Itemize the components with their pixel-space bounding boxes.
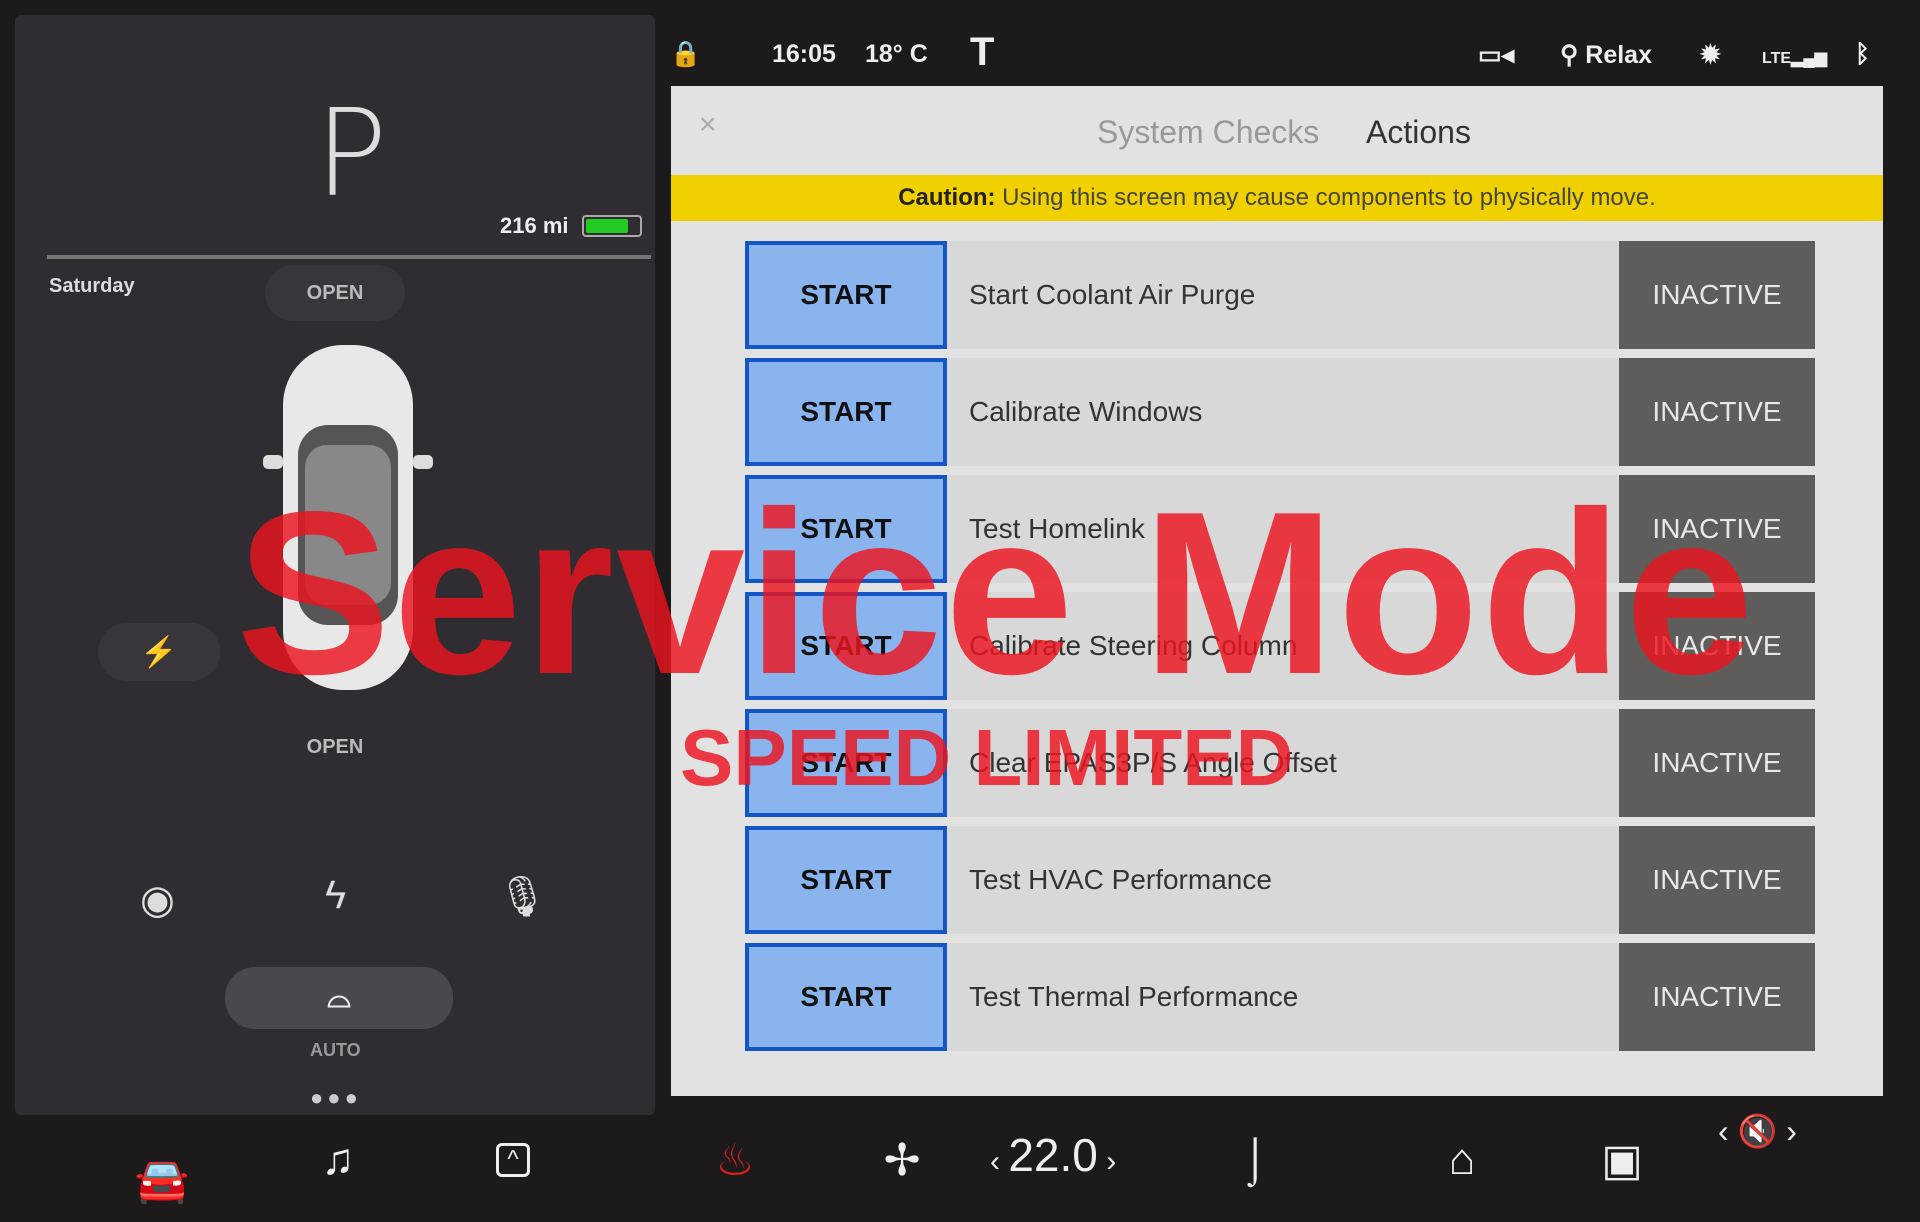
tab-system-checks[interactable]: System Checks bbox=[1097, 114, 1319, 151]
status-badge: INACTIVE bbox=[1619, 241, 1815, 349]
tesla-logo-icon[interactable]: T bbox=[970, 30, 994, 75]
caution-text: Using this screen may cause components t… bbox=[995, 184, 1656, 211]
gear-settings-icon[interactable]: ✹ bbox=[1700, 40, 1721, 70]
gear-indicator: P bbox=[315, 85, 388, 224]
volume-up-chevron-icon[interactable]: › bbox=[1777, 1113, 1797, 1149]
app-launcher-icon[interactable]: ^ bbox=[483, 1130, 543, 1190]
action-row: START Test HVAC Performance INACTIVE bbox=[745, 826, 1815, 934]
status-bar: 🔒 16:05 18° C T ▭◂ ⚲ Relax ✹ LTE▂▄▆ ᛒ bbox=[660, 30, 1920, 85]
start-button[interactable]: START bbox=[745, 826, 947, 934]
clock: 16:05 bbox=[772, 40, 836, 68]
rear-defrost-icon[interactable]: ▣ bbox=[1592, 1130, 1652, 1190]
wiper-button[interactable]: ⌓ bbox=[225, 967, 453, 1029]
day-label: Saturday bbox=[49, 275, 135, 297]
profile-button[interactable]: ⚲ Relax bbox=[1560, 40, 1652, 70]
divider bbox=[47, 255, 651, 259]
bluetooth-icon[interactable]: ᛒ bbox=[1855, 40, 1870, 69]
front-defrost-icon[interactable]: ⌂ bbox=[1432, 1130, 1492, 1190]
start-button[interactable]: START bbox=[745, 241, 947, 349]
seat-heater-icon[interactable]: ♨ bbox=[705, 1130, 765, 1190]
action-row: START Start Coolant Air Purge INACTIVE bbox=[745, 241, 1815, 349]
car-icon[interactable]: 🚘 bbox=[132, 1150, 192, 1210]
lock-icon[interactable]: 🔒 bbox=[670, 40, 701, 69]
action-label: Calibrate Windows bbox=[969, 396, 1203, 427]
camera-icon[interactable]: ◉ bbox=[140, 877, 175, 923]
close-icon[interactable]: × bbox=[699, 108, 717, 142]
wiper-icon: ⌓ bbox=[327, 981, 351, 1014]
range-readout: 216 mi bbox=[500, 213, 569, 238]
tab-actions[interactable]: Actions bbox=[1366, 114, 1471, 151]
service-mode-watermark: Service Mode bbox=[236, 464, 1756, 723]
music-icon[interactable]: ♫ bbox=[308, 1130, 368, 1190]
speed-limited-watermark: SPEED LIMITED bbox=[680, 713, 1294, 802]
action-label: Test HVAC Performance bbox=[969, 864, 1272, 895]
more-dots-icon[interactable]: ●●● bbox=[310, 1085, 362, 1111]
mute-icon[interactable]: 🔇 bbox=[1738, 1113, 1778, 1149]
passenger-seat-icon[interactable]: ⌡ bbox=[1225, 1130, 1285, 1190]
start-button[interactable]: START bbox=[745, 943, 947, 1051]
status-badge: INACTIVE bbox=[1619, 358, 1815, 466]
lightning-icon: ⚡ bbox=[140, 635, 178, 669]
profile-name: Relax bbox=[1585, 41, 1652, 69]
volume-down-chevron-icon[interactable]: ‹ bbox=[1718, 1113, 1738, 1149]
cabin-temperature: 22.0 bbox=[1008, 1129, 1098, 1181]
trunk-open-button[interactable]: OPEN bbox=[265, 719, 405, 775]
temperature-control[interactable]: ‹ 22.0 › bbox=[990, 1128, 1116, 1182]
action-label: Test Thermal Performance bbox=[969, 981, 1299, 1012]
microphone-icon[interactable]: 🎙 bbox=[497, 873, 548, 920]
action-row: START Test Thermal Performance INACTIVE bbox=[745, 943, 1815, 1051]
battery-icon bbox=[582, 215, 642, 237]
dashcam-icon[interactable]: ▭◂ bbox=[1478, 40, 1514, 70]
status-badge: INACTIVE bbox=[1619, 826, 1815, 934]
action-row: START Calibrate Windows INACTIVE bbox=[745, 358, 1815, 466]
action-label: Start Coolant Air Purge bbox=[969, 279, 1256, 310]
fan-icon[interactable]: ✢ bbox=[872, 1130, 932, 1190]
caution-label: Caution: bbox=[898, 184, 996, 211]
lightning-icon[interactable]: ϟ bbox=[325, 873, 346, 918]
start-button[interactable]: START bbox=[745, 358, 947, 466]
charge-port-button[interactable]: ⚡ bbox=[98, 623, 220, 681]
person-icon: ⚲ bbox=[1560, 41, 1579, 69]
volume-control[interactable]: ‹ 🔇 › bbox=[1718, 1112, 1797, 1150]
temp-down-chevron-icon[interactable]: ‹ bbox=[990, 1145, 1008, 1178]
wiper-mode-label: AUTO bbox=[310, 1040, 361, 1060]
status-badge: INACTIVE bbox=[1619, 943, 1815, 1051]
caution-banner: Caution: Using this screen may cause com… bbox=[671, 175, 1883, 221]
temp-up-chevron-icon[interactable]: › bbox=[1098, 1145, 1116, 1178]
frunk-open-button[interactable]: OPEN bbox=[265, 265, 405, 321]
outside-temperature: 18° C bbox=[865, 40, 928, 68]
lte-signal-icon: LTE▂▄▆ bbox=[1762, 50, 1827, 67]
